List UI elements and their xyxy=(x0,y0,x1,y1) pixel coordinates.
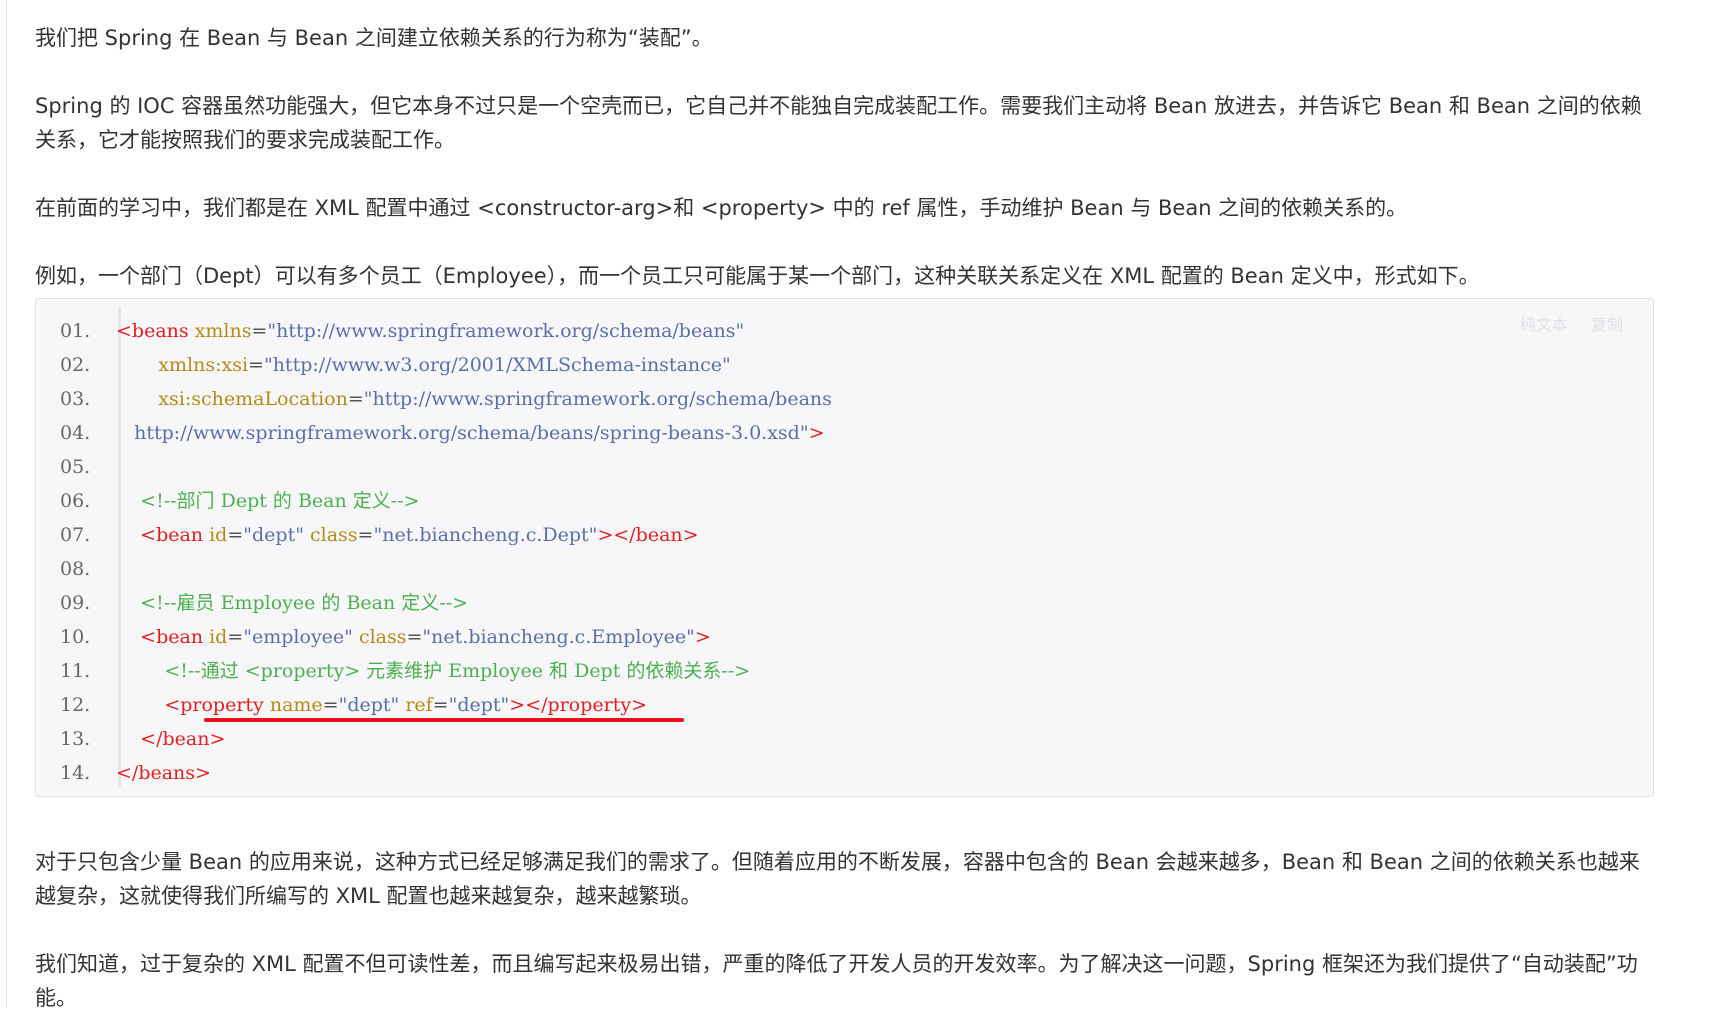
code-token: = xyxy=(357,524,374,546)
code-token: class xyxy=(358,626,407,648)
paragraph-5: 对于只包含少量 Bean 的应用来说，这种方式已经足够满足我们的需求了。但随着应… xyxy=(35,850,1640,908)
code-token: "employee" xyxy=(243,626,353,648)
code-token: = xyxy=(248,354,264,376)
code-token: = xyxy=(322,694,339,716)
code-token: = xyxy=(227,524,244,546)
code-token: </bean> xyxy=(116,728,226,750)
code-token: "http://www.springframework.org/schema/b… xyxy=(363,388,832,410)
code-token: ></bean> xyxy=(597,524,699,546)
code-text: <beans xmlns="http://www.springframework… xyxy=(116,314,744,348)
code-token: > xyxy=(808,422,825,444)
paragraph-6: 我们知道，过于复杂的 XML 配置不但可读性差，而且编写起来极易出错，严重的降低… xyxy=(35,952,1638,1010)
code-token: <!--部门 Dept 的 Bean 定义--> xyxy=(116,490,420,512)
code-token: "dept" xyxy=(243,524,304,546)
line-number: 14. xyxy=(60,762,91,784)
code-token: "net.biancheng.c.Employee" xyxy=(422,626,695,648)
code-text: xsi:schemaLocation="http://www.springfra… xyxy=(116,382,832,416)
code-token: <beans xyxy=(116,320,195,342)
code-toolbar: 纯文本 复制 xyxy=(1502,311,1623,335)
code-text: </beans> xyxy=(116,756,211,790)
code-token: xmlns xyxy=(194,320,252,342)
code-text: <!--雇员 Employee 的 Bean 定义--> xyxy=(116,586,468,620)
paragraph-1: 我们把 Spring 在 Bean 与 Bean 之间建立依赖关系的行为称为“装… xyxy=(35,26,713,50)
code-token: ref xyxy=(405,694,433,716)
code-text: xmlns:xsi="http://www.w3.org/2001/XMLSch… xyxy=(116,348,731,382)
code-block: 纯文本 复制 01. <beans xmlns="http://www.sprin… xyxy=(35,298,1654,797)
line-number: 12. xyxy=(60,694,91,716)
line-number: 09. xyxy=(60,592,91,614)
line-number: 10. xyxy=(60,626,91,648)
code-token: class xyxy=(310,524,358,546)
line-number: 05. xyxy=(60,456,91,478)
code-token: <bean xyxy=(116,626,210,648)
line-number: 04. xyxy=(60,422,91,444)
plain-text-button[interactable]: 纯文本 xyxy=(1520,315,1568,334)
content-left-border xyxy=(6,0,7,1008)
code-token: id xyxy=(209,626,228,648)
line-number: 06. xyxy=(60,490,91,512)
code-text: </bean> xyxy=(116,722,225,756)
paragraph-2: Spring 的 IOC 容器虽然功能强大，但它本身不过只是一个空壳而已，它自己… xyxy=(35,94,1642,152)
code-token: "net.biancheng.c.Dept" xyxy=(373,524,598,546)
code-text: <bean id="employee" class="net.biancheng… xyxy=(116,620,711,654)
code-token: "dept" xyxy=(448,694,510,716)
code-token: http://www.springframework.org/schema/be… xyxy=(116,422,809,444)
copy-button[interactable]: 复制 xyxy=(1591,315,1623,334)
code-token: = xyxy=(432,694,449,716)
code-text: <!--部门 Dept 的 Bean 定义--> xyxy=(116,484,420,518)
code-text: <bean id="dept" class="net.biancheng.c.D… xyxy=(116,518,699,552)
code-token: id xyxy=(209,524,228,546)
code-text: <!--通过 <property> 元素维护 Employee 和 Dept 的… xyxy=(116,654,750,688)
code-token: = xyxy=(347,388,364,410)
code-token: = xyxy=(251,320,268,342)
code-token: <!--雇员 Employee 的 Bean 定义--> xyxy=(116,592,469,614)
red-underline-annotation xyxy=(204,718,684,722)
line-number: 13. xyxy=(60,728,91,750)
code-token: "http://www.springframework.org/schema/b… xyxy=(267,320,745,342)
line-number: 07. xyxy=(60,524,91,546)
line-number: 08. xyxy=(60,558,91,580)
code-token: = xyxy=(406,626,423,648)
line-number: 03. xyxy=(60,388,91,410)
code-token: <bean xyxy=(116,524,210,546)
code-token: ></property> xyxy=(509,694,647,716)
code-token: <property xyxy=(116,694,270,716)
line-number: 01. xyxy=(60,320,91,342)
code-text: http://www.springframework.org/schema/be… xyxy=(116,416,825,450)
line-number: 11. xyxy=(60,660,91,682)
code-token: name xyxy=(269,694,323,716)
code-token: > xyxy=(694,626,711,648)
code-token: <!--通过 <property> 元素维护 Employee 和 Dept 的… xyxy=(116,660,751,682)
paragraph-3: 在前面的学习中，我们都是在 XML 配置中通过 <constructor-arg… xyxy=(35,196,1408,220)
code-token: xmlns:xsi xyxy=(158,354,249,376)
code-text: <property name="dept" ref="dept"></prope… xyxy=(116,688,647,722)
paragraph-4: 例如，一个部门（Dept）可以有多个员工（Employee），而一个员工只可能属… xyxy=(35,264,1480,288)
code-token: = xyxy=(227,626,244,648)
code-token: "dept" xyxy=(338,694,400,716)
line-number: 02. xyxy=(60,354,91,376)
code-token: </beans> xyxy=(116,762,211,784)
code-token: xsi:schemaLocation xyxy=(158,388,348,410)
code-token: "http://www.w3.org/2001/XMLSchema-instan… xyxy=(263,354,731,376)
